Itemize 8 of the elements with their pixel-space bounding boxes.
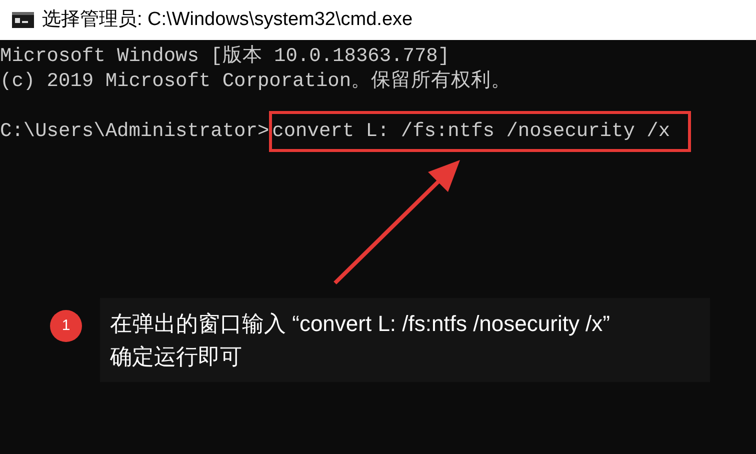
console-prompt: C:\Users\Administrator> <box>0 119 270 144</box>
console-line: Microsoft Windows [版本 10.0.18363.778] <box>0 44 450 69</box>
window-title: 选择管理员: C:\Windows\system32\cmd.exe <box>42 8 413 32</box>
console-icon <box>12 12 34 28</box>
console-line: (c) 2019 Microsoft Corporation。保留所有权利。 <box>0 69 512 94</box>
step-number-badge: 1 <box>50 310 82 342</box>
console-command: convert L: /fs:ntfs /nosecurity /x <box>269 111 692 152</box>
instruction-text: 在弹出的窗口输入 “convert L: /fs:ntfs /nosecurity /x” 确定运行即可 <box>100 298 710 382</box>
